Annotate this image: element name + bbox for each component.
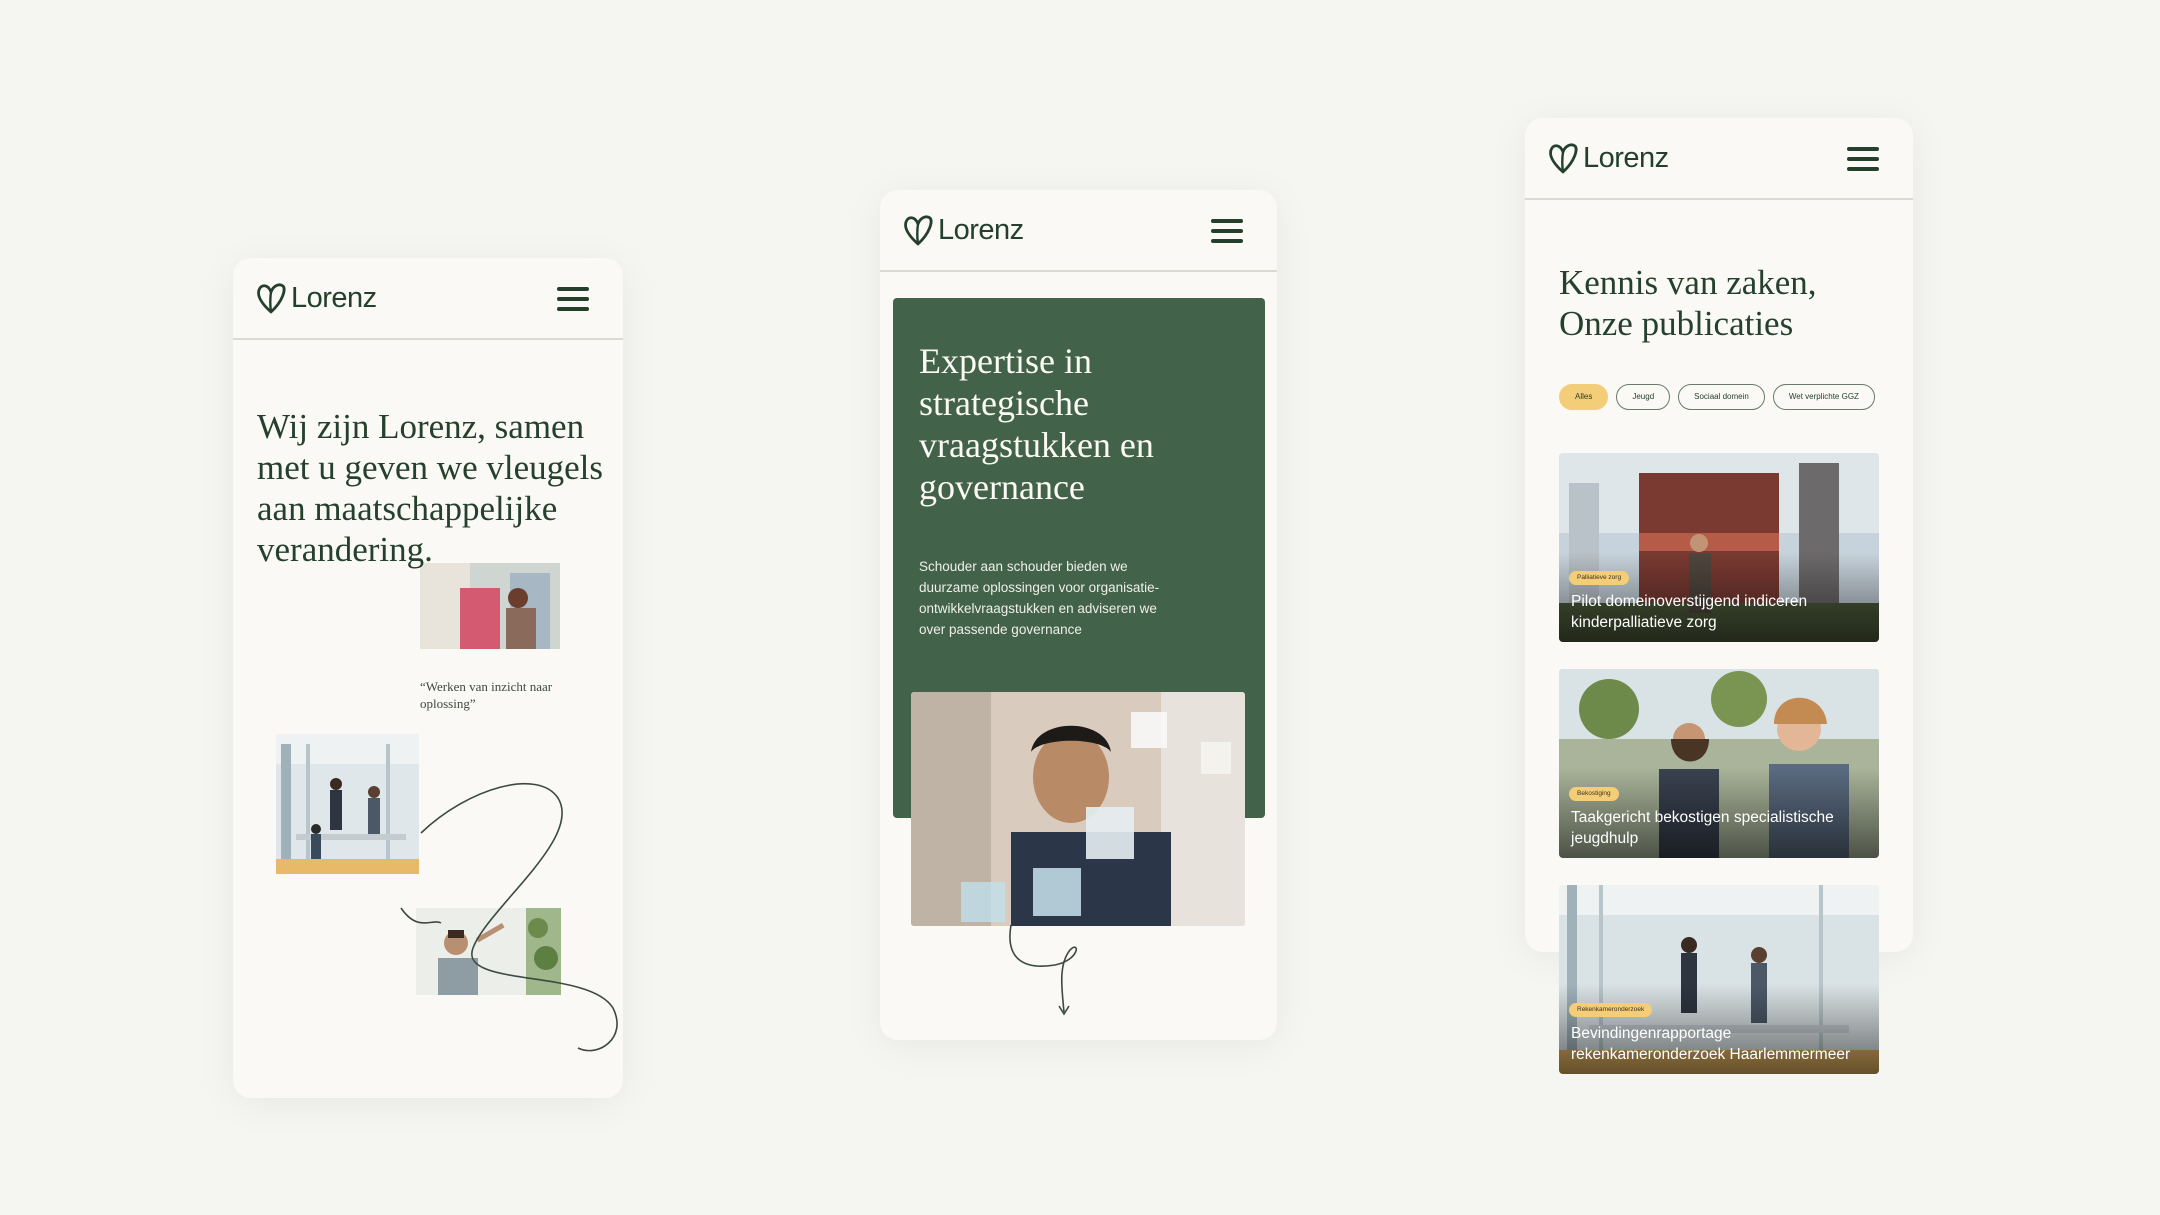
- logo-text: Lorenz: [1583, 141, 1669, 174]
- site-header: Lorenz: [1525, 118, 1913, 200]
- logo[interactable]: Lorenz: [902, 212, 1024, 248]
- phone-publications: Lorenz Kennis van zaken, Onze publicatie…: [1525, 118, 1913, 1074]
- logo-text: Lorenz: [938, 213, 1024, 246]
- hamburger-icon[interactable]: [1847, 147, 1879, 171]
- heart-leaf-icon: [904, 215, 933, 246]
- hero-body: Schouder aan schouder bieden we duurzame…: [919, 559, 1160, 637]
- logo[interactable]: Lorenz: [1547, 140, 1669, 176]
- card-title: Taakgericht bekostigen specialistische j…: [1571, 809, 1834, 847]
- quote-text: “Werken van inzicht naar oplossing”: [420, 679, 553, 711]
- decorative-line: [400, 783, 618, 1052]
- filter-chip-alles[interactable]: Alles: [1559, 384, 1609, 410]
- filter-chip-wet-verplichte-ggz[interactable]: Wet verplichte GGZ: [1772, 384, 1875, 410]
- hero-title: Expertise in strategische vraagstukken e…: [919, 341, 1154, 507]
- photo-team-meeting: [420, 563, 560, 649]
- phone-expertise: Lorenz Expertise in strategische vraagst…: [880, 190, 1277, 1040]
- photo-man-sticky-notes: [911, 692, 1245, 926]
- page-title: Kennis van zaken, Onze publicaties: [1559, 262, 1889, 344]
- heart-leaf-icon: [1549, 143, 1578, 174]
- arrow-down-icon: [1009, 924, 1078, 1016]
- card-title: Pilot domeinoverstijgend indiceren kinde…: [1571, 593, 1808, 631]
- site-header: Lorenz: [880, 190, 1277, 272]
- filter-chip-jeugd[interactable]: Jeugd: [1616, 384, 1671, 410]
- card-tag: Bekostiging: [1569, 787, 1619, 801]
- card-tag: Rekenkameronderzoek: [1569, 1003, 1653, 1017]
- hero-title: Wij zijn Lorenz, samen met u geven we vl…: [257, 407, 604, 569]
- page-title-line-2: Onze publicaties: [1559, 304, 1794, 343]
- publication-card[interactable]: Rekenkameronderzoek Bevindingenrapportag…: [1559, 885, 1879, 1074]
- hamburger-icon[interactable]: [1211, 219, 1243, 243]
- filter-chip-sociaal-domein[interactable]: Sociaal domein: [1678, 384, 1765, 410]
- logo[interactable]: Lorenz: [255, 280, 377, 316]
- publication-card[interactable]: Palliatieve zorg Pilot domeinoverstijgen…: [1559, 453, 1879, 642]
- hamburger-icon[interactable]: [557, 287, 589, 311]
- site-header: Lorenz: [233, 258, 623, 340]
- heart-leaf-icon: [257, 283, 286, 314]
- page-title-line-1: Kennis van zaken,: [1559, 263, 1817, 302]
- card-tag: Palliatieve zorg: [1569, 571, 1630, 585]
- filter-chips: Alles Jeugd Sociaal domein Wet verplicht…: [1559, 384, 1875, 410]
- card-title: Bevindingenrapportage rekenkameronderzoe…: [1571, 1025, 1851, 1063]
- phone-home: Lorenz Wij zijn Lorenz, samen met u geve…: [233, 258, 623, 1098]
- logo-text: Lorenz: [291, 281, 377, 314]
- publication-card[interactable]: Bekostiging Taakgericht bekostigen speci…: [1559, 669, 1879, 858]
